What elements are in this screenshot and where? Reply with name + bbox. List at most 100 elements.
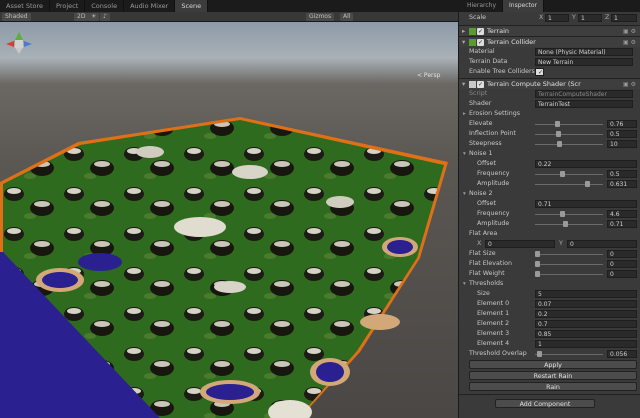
tab-console[interactable]: Console xyxy=(85,0,125,12)
noise1-amplitude-slider-track[interactable] xyxy=(535,183,603,185)
tab-project[interactable]: Project xyxy=(50,0,86,12)
steepness-field[interactable]: 10 xyxy=(607,140,637,148)
inflection-field[interactable]: 0.5 xyxy=(607,130,637,138)
erosion-settings-label: Erosion Settings xyxy=(469,110,520,117)
steepness-slider-thumb[interactable] xyxy=(557,141,563,147)
scene-toolbar: Shaded 2D ☀ ♪ Gizmos All xyxy=(0,12,458,22)
inflection-slider-track[interactable] xyxy=(535,133,603,135)
flat-weight-slider-thumb[interactable] xyxy=(535,271,540,277)
projection-label[interactable]: < Persp xyxy=(417,72,440,79)
foldout-arrow-icon[interactable]: ▾ xyxy=(463,149,466,159)
lighting-toggle[interactable]: ☀ xyxy=(88,13,100,21)
foldout-arrow-icon[interactable]: ▾ xyxy=(463,189,466,199)
erosion-settings-row[interactable]: ▸ Erosion Settings xyxy=(459,109,640,119)
add-component-button[interactable]: Add Component xyxy=(495,399,595,408)
flat-weight-slider-track[interactable] xyxy=(535,273,603,275)
noise1-amplitude-slider-thumb[interactable] xyxy=(585,181,591,187)
flat-weight-field[interactable]: 0 xyxy=(607,270,637,278)
threshold-overlap-field[interactable]: 0.056 xyxy=(607,350,637,358)
water-pool xyxy=(78,253,122,271)
terrain-data-field[interactable]: New Terrain xyxy=(535,58,633,66)
noise2-frequency-field[interactable]: 4.6 xyxy=(607,210,637,218)
noise2-foldout[interactable]: ▾ Noise 2 xyxy=(459,189,640,199)
compute-shader-component-header[interactable]: ▾ ✓ Terrain Compute Shader (Scr ▣⚙ xyxy=(459,78,640,89)
tab-hierarchy[interactable]: Hierarchy xyxy=(461,0,504,12)
threshold-element-field[interactable]: 0.07 xyxy=(535,300,637,308)
noise1-foldout[interactable]: ▾ Noise 1 xyxy=(459,149,640,159)
noise1-frequency-field[interactable]: 0.5 xyxy=(607,170,637,178)
noise1-offset-field[interactable]: 0.22 xyxy=(535,160,637,168)
terrain-icon xyxy=(469,28,476,35)
scale-x-field[interactable]: 1 xyxy=(545,14,569,22)
foldout-arrow-icon[interactable]: ▾ xyxy=(463,279,466,289)
thresholds-size-field[interactable]: 5 xyxy=(535,290,637,298)
2d-toggle[interactable]: 2D xyxy=(74,13,89,21)
thresholds-foldout[interactable]: ▾ Thresholds xyxy=(459,279,640,289)
collider-component-header[interactable]: ▾ ✓ Terrain Collider ▣⚙ xyxy=(459,36,640,47)
threshold-element-field[interactable]: 1 xyxy=(535,340,637,348)
elevate-slider-thumb[interactable] xyxy=(555,121,561,127)
scale-label: Scale xyxy=(469,14,486,21)
flat-elevation-field[interactable]: 0 xyxy=(607,260,637,268)
threshold-overlap-slider-thumb[interactable] xyxy=(536,351,542,357)
noise2-amplitude-field[interactable]: 0.71 xyxy=(607,220,637,228)
flat-size-slider-track[interactable] xyxy=(535,253,603,255)
steepness-slider-track[interactable] xyxy=(535,143,603,145)
flat-size-slider-thumb[interactable] xyxy=(535,251,540,257)
threshold-overlap-slider-track[interactable] xyxy=(535,353,603,355)
noise2-amplitude-slider-track[interactable] xyxy=(535,223,603,225)
audio-toggle[interactable]: ♪ xyxy=(100,13,110,21)
terrain-component-header[interactable]: ▸ ✓ Terrain ▣⚙ xyxy=(459,25,640,36)
flat-area-x-field[interactable]: 0 xyxy=(485,240,555,248)
scene-search-input[interactable]: All xyxy=(340,13,354,21)
material-field[interactable]: None (Physic Material) xyxy=(535,48,633,56)
threshold-element-field[interactable]: 0.85 xyxy=(535,330,637,338)
noise2-frequency-slider-track[interactable] xyxy=(535,213,603,215)
elevate-slider-track[interactable] xyxy=(535,123,603,125)
threshold-element-row: Element 3 0.85 xyxy=(459,329,640,339)
thresholds-title: Thresholds xyxy=(469,280,504,287)
tab-asset-store[interactable]: Asset Store xyxy=(0,0,51,12)
restart-rain-button[interactable]: Restart Rain xyxy=(469,371,637,380)
flat-elevation-slider-thumb[interactable] xyxy=(535,261,540,267)
threshold-element-label: Element 4 xyxy=(477,340,510,347)
shading-mode-dropdown[interactable]: Shaded xyxy=(2,13,31,21)
gizmos-dropdown[interactable]: Gizmos xyxy=(306,13,335,21)
noise1-frequency-row: Frequency 0.5 xyxy=(459,169,640,179)
flat-area-label: Flat Area xyxy=(469,230,498,237)
tab-audio-mixer[interactable]: Audio Mixer xyxy=(124,0,176,12)
water-pool xyxy=(42,272,78,288)
tree-colliders-checkbox[interactable]: ✓ xyxy=(535,68,544,76)
collider-enabled-checkbox[interactable]: ✓ xyxy=(477,39,484,46)
scale-z-field[interactable]: 1 xyxy=(611,14,637,22)
noise1-frequency-slider-thumb[interactable] xyxy=(560,171,566,177)
scale-x-label: X xyxy=(539,14,544,21)
scene-view[interactable]: < Persp xyxy=(0,22,458,418)
elevate-field[interactable]: 0.76 xyxy=(607,120,637,128)
noise2-offset-field[interactable]: 0.71 xyxy=(535,200,637,208)
terrain-render[interactable] xyxy=(0,22,458,418)
threshold-element-field[interactable]: 0.7 xyxy=(535,320,637,328)
foldout-arrow-icon[interactable]: ▸ xyxy=(463,109,466,119)
noise2-amplitude-slider-thumb[interactable] xyxy=(563,221,569,227)
orientation-gizmo[interactable] xyxy=(0,22,38,74)
flat-area-y-field[interactable]: 0 xyxy=(567,240,637,248)
tab-scene[interactable]: Scene xyxy=(175,0,209,12)
shader-field[interactable]: TerrainTest xyxy=(535,100,633,108)
inflection-slider-thumb[interactable] xyxy=(556,131,562,137)
scale-y-field[interactable]: 1 xyxy=(578,14,602,22)
threshold-element-field[interactable]: 0.2 xyxy=(535,310,637,318)
flat-elevation-slider-track[interactable] xyxy=(535,263,603,265)
noise2-frequency-slider-thumb[interactable] xyxy=(560,211,566,217)
noise2-offset-row: Offset 0.71 xyxy=(459,199,640,209)
noise1-frequency-slider-track[interactable] xyxy=(535,173,603,175)
terrain-enabled-checkbox[interactable]: ✓ xyxy=(477,28,484,35)
noise1-amplitude-field[interactable]: 0.631 xyxy=(607,180,637,188)
tab-inspector[interactable]: Inspector xyxy=(503,0,545,12)
flat-elevation-label: Flat Elevation xyxy=(469,260,512,267)
flat-weight-row: Flat Weight 0 xyxy=(459,269,640,279)
flat-size-field[interactable]: 0 xyxy=(607,250,637,258)
compute-shader-enabled-checkbox[interactable]: ✓ xyxy=(477,81,484,88)
apply-button[interactable]: Apply xyxy=(469,360,637,369)
rain-button[interactable]: Rain xyxy=(469,382,637,391)
